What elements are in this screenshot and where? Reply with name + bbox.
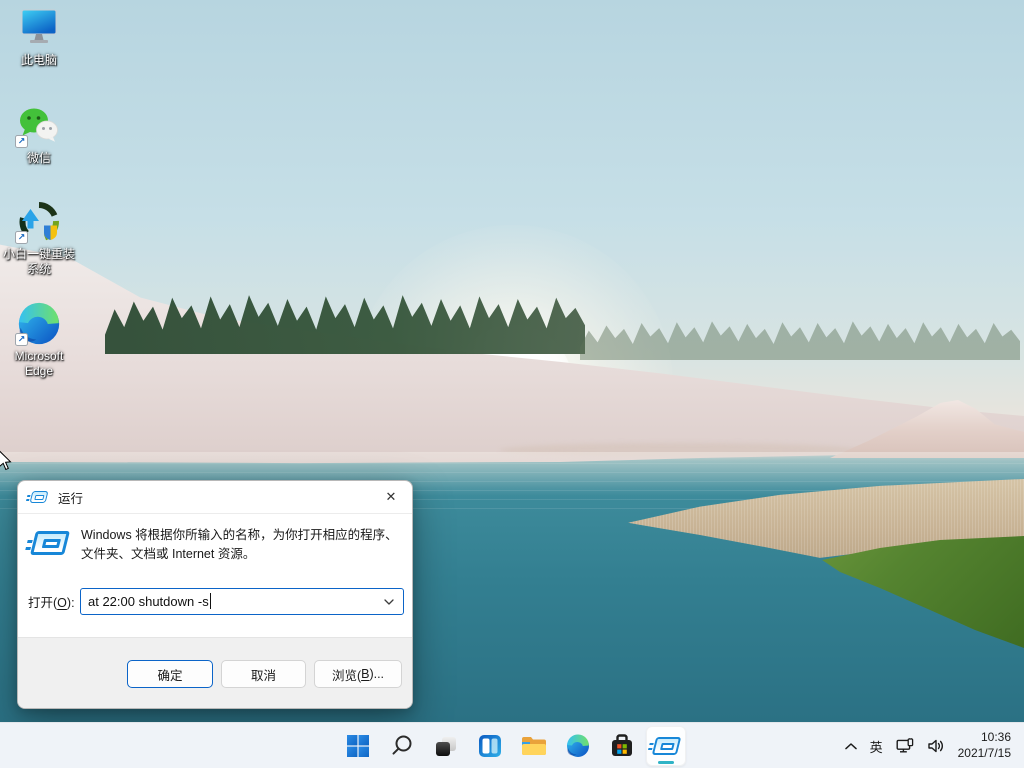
show-hidden-icons-button[interactable] [845, 743, 857, 750]
folder-icon [521, 734, 547, 758]
this-pc-icon [17, 6, 61, 50]
windows-logo-icon [346, 734, 370, 758]
clock[interactable]: 10:36 2021/7/15 [958, 730, 1011, 761]
ethernet-icon [896, 738, 914, 754]
run-icon [651, 737, 681, 755]
cancel-button[interactable]: 取消 [221, 660, 306, 688]
search-button[interactable] [382, 726, 422, 766]
run-dialog-body: Windows 将根据你所输入的名称，为你打开相应的程序、文件夹、文档或 Int… [18, 514, 412, 639]
shortcut-arrow-icon: ↗ [15, 333, 28, 346]
taskbar-center-icons [338, 726, 686, 766]
open-field-label: 打开(O): [28, 595, 75, 610]
taskbar: 英 10:36 2021/7/15 [0, 722, 1024, 768]
desktop-icon-label: 小白一键重装系统 [2, 247, 75, 276]
network-button[interactable] [896, 738, 914, 754]
edge-button[interactable] [558, 726, 598, 766]
file-explorer-button[interactable] [514, 726, 554, 766]
system-tray: 英 10:36 2021/7/15 [845, 723, 1024, 768]
desktop-icon-label: 此电脑 [20, 53, 57, 67]
desktop-icon-label: Microsoft Edge [14, 349, 64, 378]
volume-button[interactable] [927, 738, 945, 754]
shortcut-arrow-icon: ↗ [15, 135, 28, 148]
run-dialog-description: Windows 将根据你所输入的名称，为你打开相应的程序、文件夹、文档或 Int… [81, 528, 398, 562]
store-button[interactable] [602, 726, 642, 766]
desktop-icon-xiaobai-reinstall[interactable]: ↗ 小白一键重装系统 [1, 200, 77, 277]
widgets-icon [478, 734, 502, 758]
store-icon [610, 734, 634, 758]
run-command-value: at 22:00 shutdown -s [88, 593, 209, 609]
shortcut-arrow-icon: ↗ [15, 231, 28, 244]
widgets-button[interactable] [470, 726, 510, 766]
speaker-icon [927, 738, 945, 754]
run-app-button[interactable] [646, 726, 686, 766]
clock-date: 2021/7/15 [957, 746, 1011, 760]
run-dialog: 运行 ✕ Windows 将根据你所输入的名称，为你打开相应的程序、文件夹、文档… [17, 480, 413, 709]
desktop-icon-label: 微信 [26, 151, 51, 165]
chevron-down-icon[interactable] [384, 599, 394, 605]
search-icon [390, 734, 414, 758]
task-view-icon [434, 734, 458, 758]
mouse-cursor [0, 450, 12, 471]
browse-button[interactable]: 浏览(B)... [314, 660, 402, 688]
task-view-button[interactable] [426, 726, 466, 766]
run-dialog-footer: 确定 取消 浏览(B)... [18, 637, 412, 708]
run-command-input[interactable]: at 22:00 shutdown -s [80, 587, 404, 615]
run-icon-large [30, 531, 70, 555]
desktop-icon-edge[interactable]: ↗ Microsoft Edge [1, 302, 77, 379]
ok-button[interactable]: 确定 [127, 660, 213, 688]
desktop-icon-wechat[interactable]: ↗ 微信 [1, 104, 77, 166]
dialog-title: 运行 [58, 491, 84, 506]
chevron-up-icon [845, 743, 857, 750]
close-icon[interactable]: ✕ [374, 482, 408, 512]
run-dialog-titlebar[interactable]: 运行 ✕ [18, 481, 412, 514]
clock-time: 10:36 [980, 730, 1011, 745]
text-caret [209, 593, 212, 609]
edge-icon [566, 734, 590, 758]
desktop-icon-this-pc[interactable]: 此电脑 [1, 6, 77, 68]
start-button[interactable] [338, 726, 378, 766]
active-app-indicator [658, 761, 674, 764]
run-icon [29, 491, 49, 503]
ime-indicator[interactable]: 英 [870, 737, 883, 756]
